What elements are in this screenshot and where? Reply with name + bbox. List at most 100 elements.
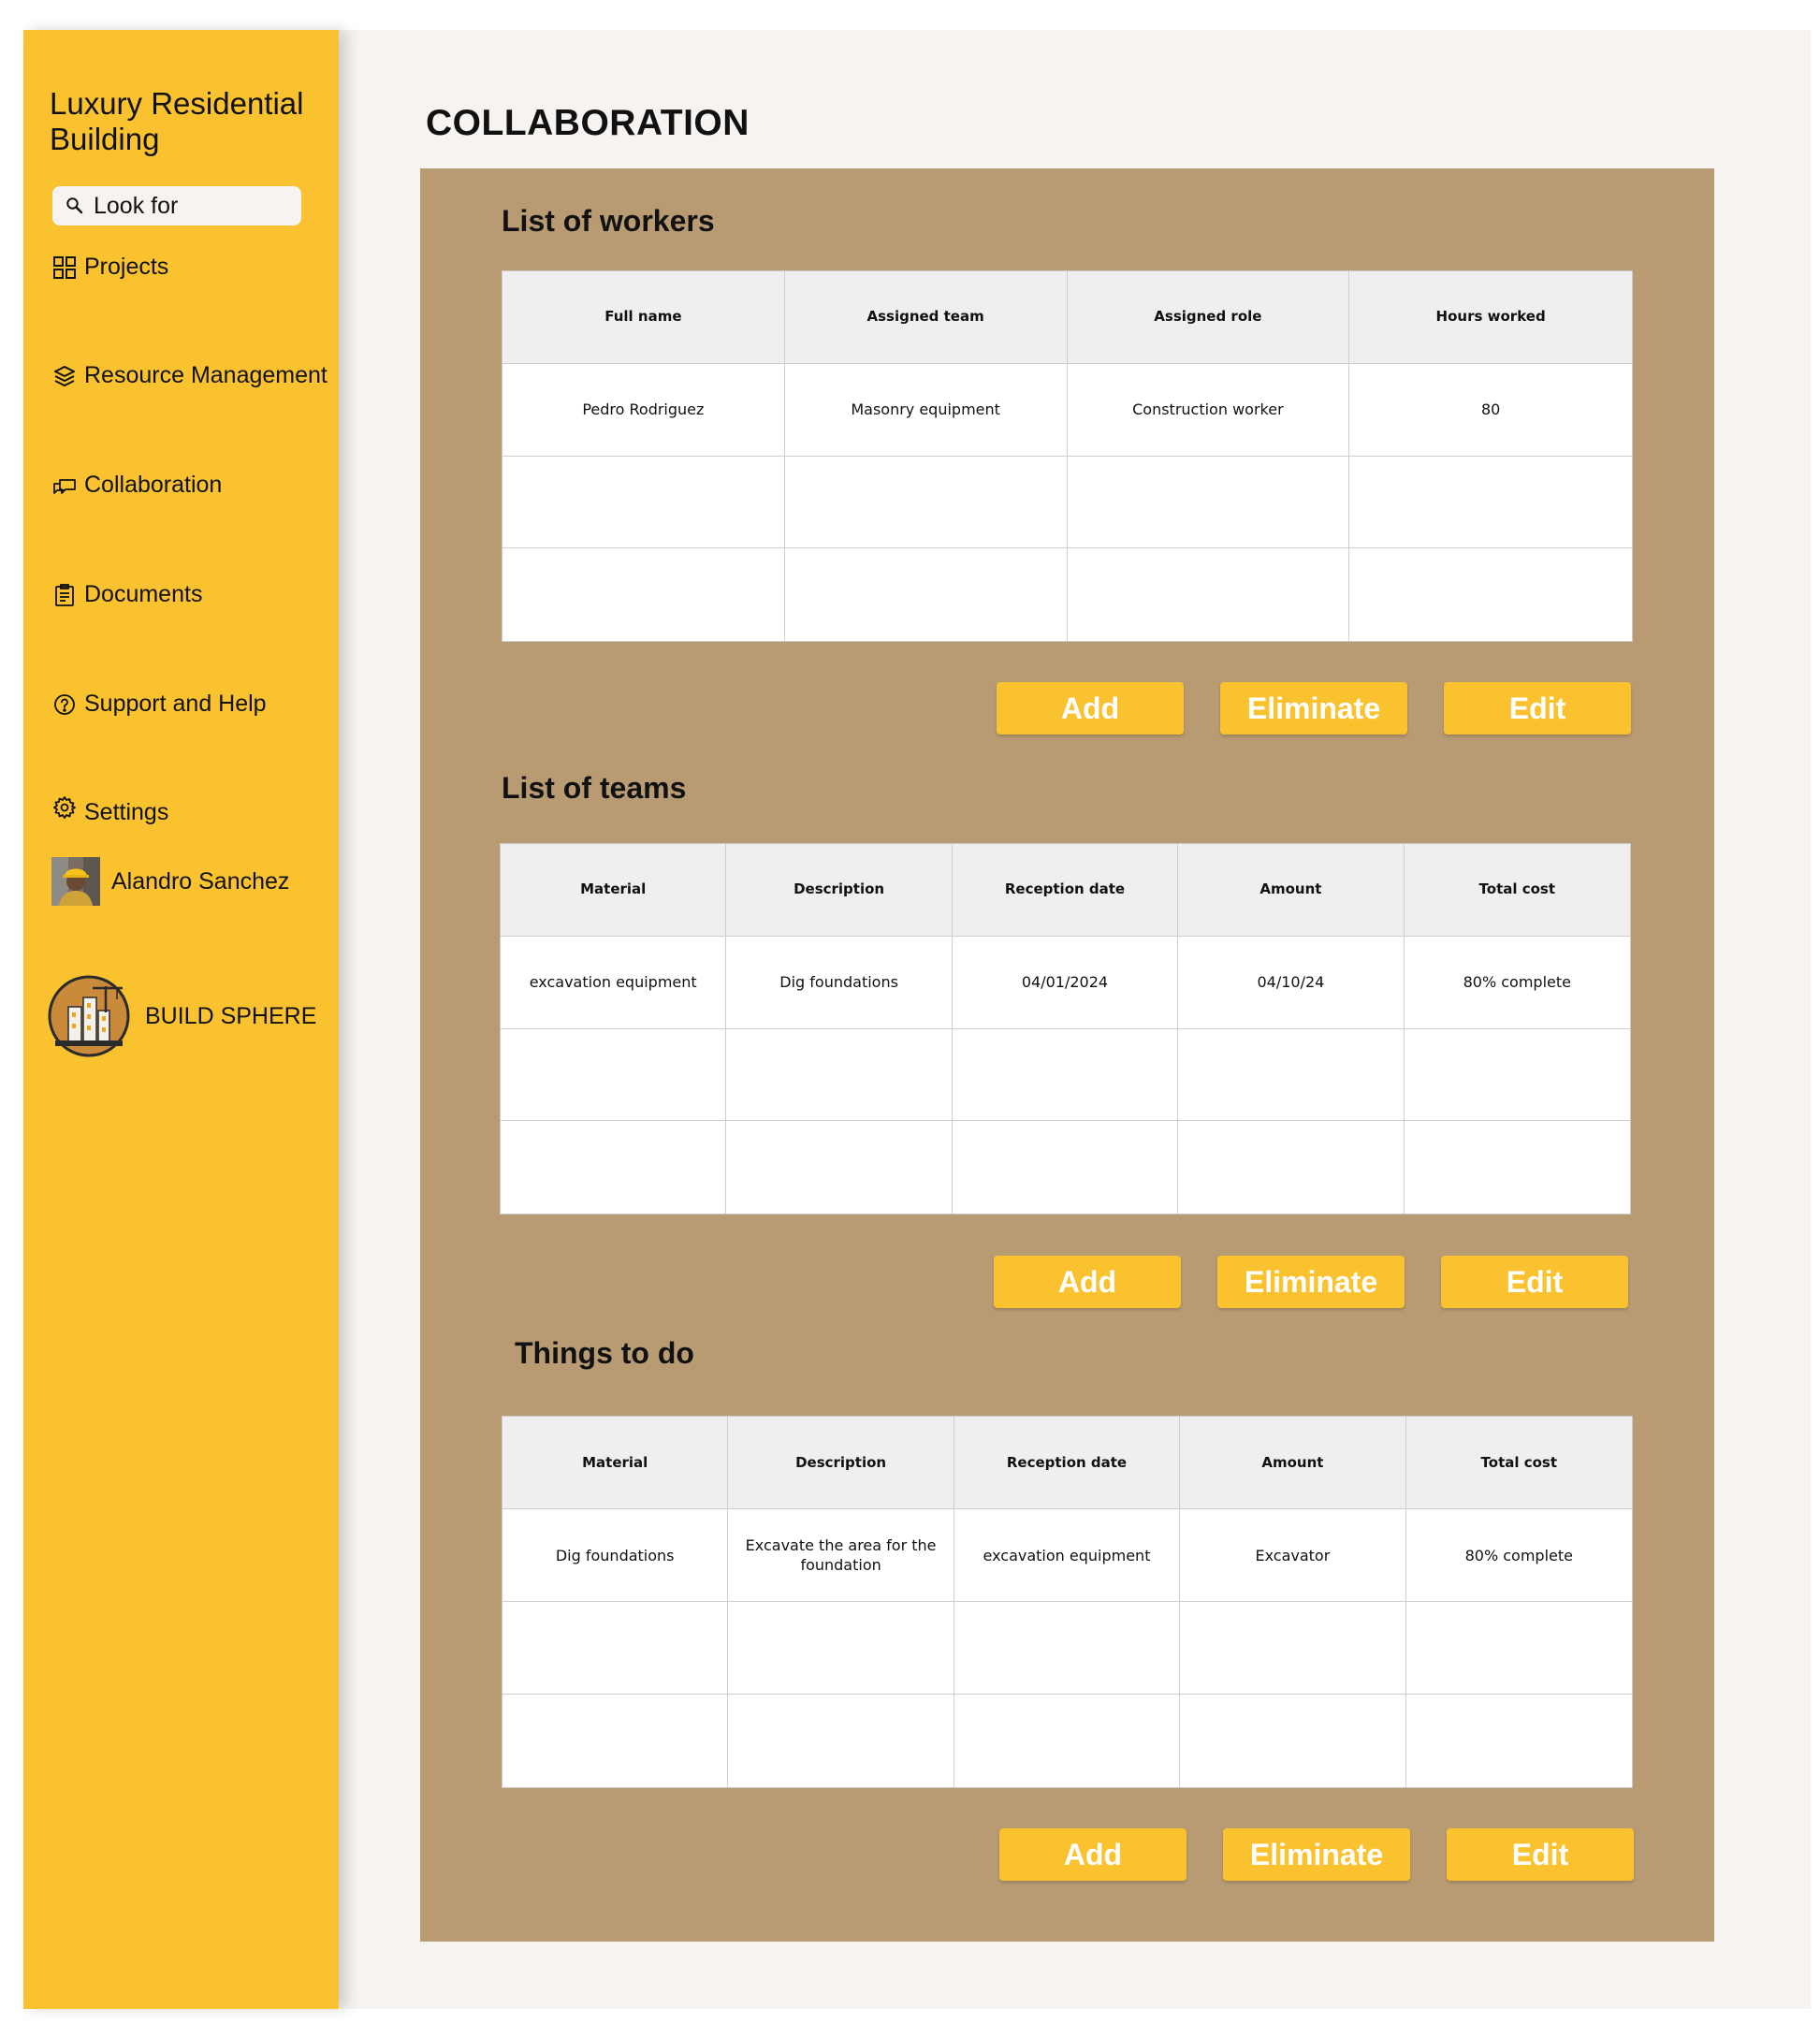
brand-name: BUILD SPHERE <box>145 1002 317 1029</box>
table-cell[interactable]: Construction worker <box>1067 363 1350 457</box>
table-cell[interactable] <box>502 548 785 641</box>
nav-label: Collaboration <box>84 472 223 498</box>
column-header: Material <box>501 844 727 937</box>
table-cell[interactable] <box>953 1121 1179 1214</box>
avatar <box>51 857 100 906</box>
table-cell[interactable] <box>726 1121 953 1214</box>
layers-icon <box>51 363 78 389</box>
column-header: Reception date <box>954 1417 1181 1509</box>
nav-item-documents[interactable]: Documents <box>51 581 202 608</box>
gear-icon <box>51 794 78 821</box>
project-title: Luxury Residential Building <box>50 86 304 156</box>
table-cell[interactable]: 04/01/2024 <box>952 936 1179 1029</box>
grid-icon <box>51 255 78 281</box>
todo-eliminate-button[interactable]: Eliminate <box>1223 1828 1410 1881</box>
nav-label: Settings <box>84 799 169 825</box>
workers-edit-button[interactable]: Edit <box>1444 682 1631 735</box>
table-cell[interactable]: excavation equipment <box>954 1509 1181 1602</box>
table-cell[interactable]: 04/10/24 <box>1178 936 1405 1029</box>
table-cell[interactable] <box>1349 457 1632 549</box>
table-cell[interactable] <box>1180 1695 1406 1787</box>
table-cell[interactable] <box>784 456 1068 549</box>
table-cell[interactable] <box>501 1028 727 1122</box>
column-header: Amount <box>1178 844 1405 937</box>
table-cell[interactable] <box>501 1121 727 1214</box>
user-name: Alandro Sanchez <box>111 867 290 895</box>
column-header: Total cost <box>1404 844 1630 937</box>
table-cell[interactable] <box>502 1602 729 1695</box>
table-cell[interactable] <box>502 1695 729 1787</box>
nav-label: Projects <box>84 254 169 280</box>
todo-add-button[interactable]: Add <box>999 1828 1187 1881</box>
nav-item-settings[interactable]: Settings <box>51 795 169 826</box>
table-cell[interactable]: Dig foundations <box>502 1509 729 1602</box>
nav-label: Support and Help <box>84 691 267 717</box>
table-cell[interactable] <box>1349 548 1632 641</box>
nav-item-resource-management[interactable]: Resource Management <box>51 362 328 389</box>
teams-table: Material Description Reception date Amount T… <box>500 843 1631 1215</box>
table-cell[interactable] <box>1405 1121 1630 1214</box>
column-header: Assigned team <box>784 271 1068 364</box>
build-sphere-logo <box>48 975 130 1057</box>
column-header: Full name <box>502 271 785 364</box>
table-cell[interactable] <box>1178 1028 1405 1122</box>
workers-section-title: List of workers <box>502 204 715 238</box>
table-cell[interactable] <box>1068 548 1350 641</box>
table-cell[interactable] <box>1180 1602 1406 1695</box>
nav-item-collaboration[interactable]: Collaboration <box>51 472 222 499</box>
table-cell[interactable] <box>728 1695 954 1787</box>
help-circle-icon <box>51 691 78 718</box>
teams-edit-button[interactable]: Edit <box>1441 1256 1628 1308</box>
table-cell[interactable] <box>1404 1029 1630 1122</box>
table-cell[interactable] <box>952 1028 1179 1122</box>
column-header: Amount <box>1180 1417 1406 1509</box>
table-cell[interactable] <box>502 456 785 549</box>
column-header: Assigned role <box>1067 271 1350 364</box>
nav-item-projects[interactable]: Projects <box>51 254 168 281</box>
teams-eliminate-button[interactable]: Eliminate <box>1217 1256 1405 1308</box>
workers-eliminate-button[interactable]: Eliminate <box>1220 682 1407 735</box>
sidebar: Luxury Residential Building Look for Pro… <box>23 30 339 2009</box>
table-cell[interactable] <box>1405 1602 1632 1695</box>
search-icon <box>66 197 83 214</box>
table-cell[interactable] <box>1067 456 1350 549</box>
page-title: COLLABORATION <box>426 103 750 143</box>
search-input[interactable]: Look for <box>52 186 301 226</box>
table-cell[interactable] <box>954 1602 1181 1695</box>
table-cell[interactable] <box>785 548 1068 641</box>
column-header: Reception date <box>952 844 1179 937</box>
table-cell[interactable]: 80 <box>1349 364 1632 457</box>
table-cell[interactable] <box>726 1028 953 1122</box>
column-header: Material <box>502 1417 729 1509</box>
nav-label: Documents <box>84 581 203 607</box>
table-cell[interactable]: Dig foundations <box>726 936 953 1029</box>
table-cell[interactable]: Excavator <box>1180 1509 1406 1602</box>
column-header: Total cost <box>1405 1417 1632 1509</box>
clipboard-icon <box>51 582 78 608</box>
user-profile[interactable]: Alandro Sanchez <box>51 857 289 906</box>
table-cell[interactable] <box>954 1695 1181 1787</box>
teams-section-title: List of teams <box>502 771 687 805</box>
column-header: Description <box>728 1417 954 1509</box>
table-cell[interactable]: 80% complete <box>1404 937 1630 1029</box>
table-cell[interactable] <box>1178 1121 1405 1214</box>
table-cell[interactable] <box>1406 1695 1632 1787</box>
table-cell[interactable] <box>728 1602 954 1695</box>
table-cell[interactable]: 80% complete <box>1405 1509 1632 1602</box>
teams-add-button[interactable]: Add <box>994 1256 1181 1308</box>
workers-add-button[interactable]: Add <box>997 682 1184 735</box>
table-cell[interactable]: excavation equipment <box>501 936 727 1029</box>
brand: BUILD SPHERE <box>48 975 316 1057</box>
todo-edit-button[interactable]: Edit <box>1447 1828 1634 1881</box>
table-cell[interactable]: Excavate the area for the foundation <box>728 1509 954 1602</box>
nav-label: Resource Management <box>84 362 328 388</box>
workers-table: Full name Assigned team Assigned role Hours… <box>502 270 1633 642</box>
column-header: Hours worked <box>1349 271 1632 364</box>
todo-section-title: Things to do <box>515 1336 694 1370</box>
nav-item-support-and-help[interactable]: Support and Help <box>51 691 267 718</box>
search-placeholder: Look for <box>94 192 179 219</box>
table-cell[interactable]: Masonry equipment <box>784 363 1068 457</box>
chat-icon <box>51 473 78 499</box>
table-cell[interactable]: Pedro Rodriguez <box>502 363 785 457</box>
todo-table: Material Description Reception date Amount T… <box>502 1416 1633 1788</box>
